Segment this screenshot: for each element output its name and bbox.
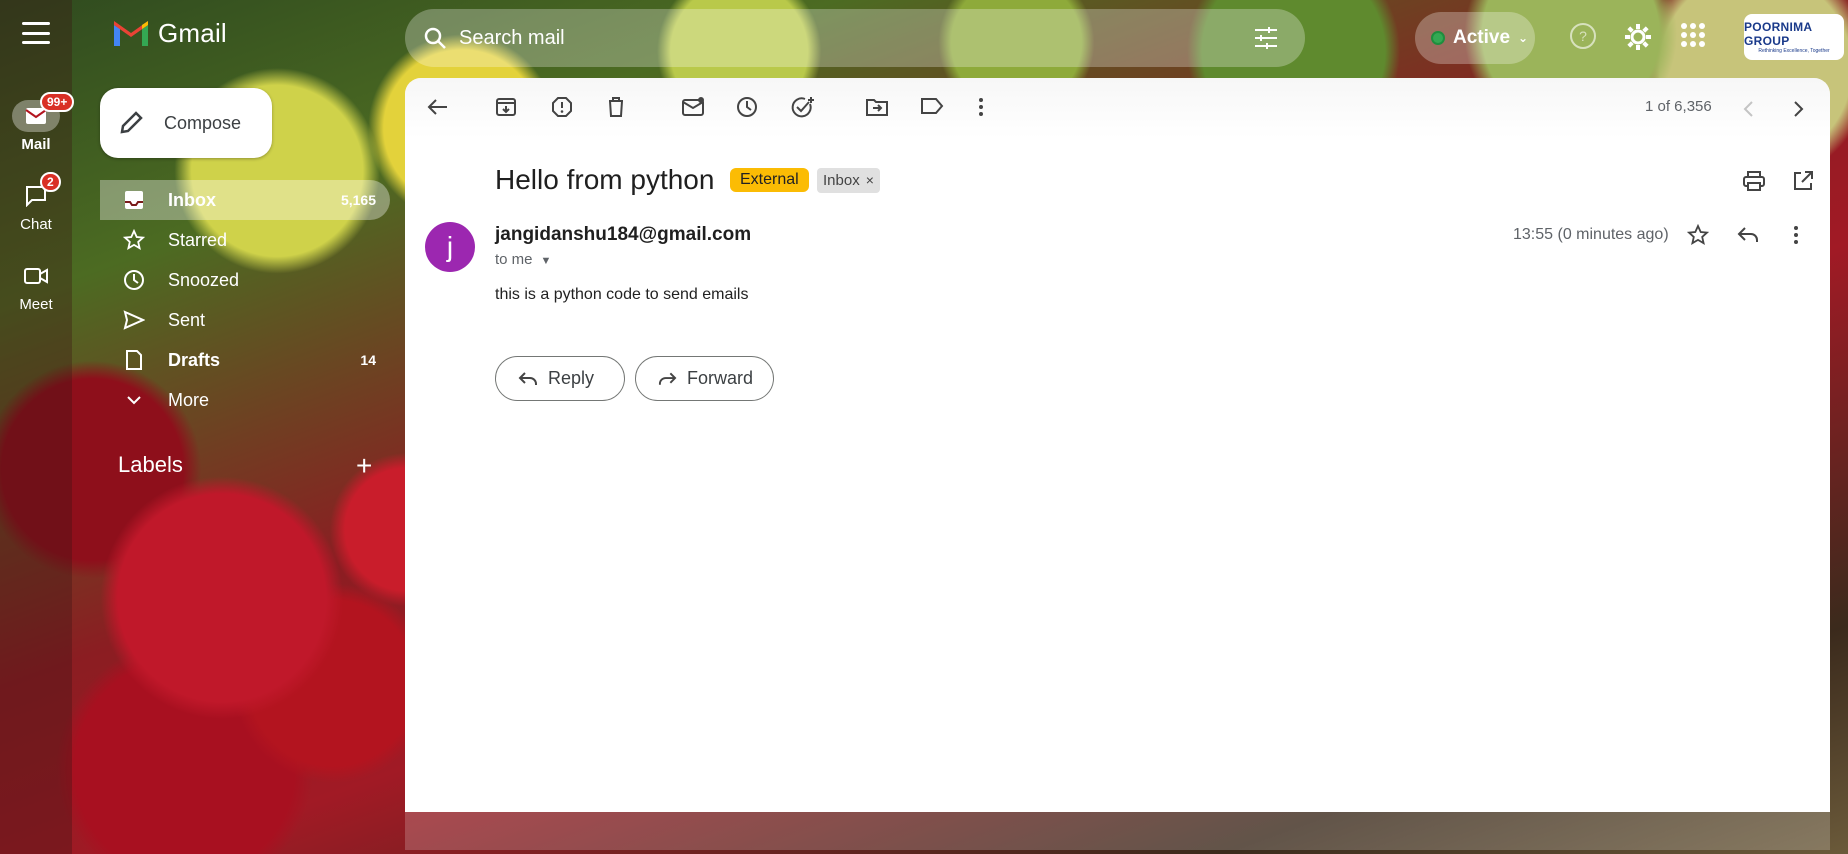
draft-icon [126, 350, 142, 370]
reply-icon [518, 371, 537, 385]
clock-icon [124, 270, 144, 290]
rail-item-label: Chat [20, 216, 52, 233]
sidebar-item-label: Inbox [168, 189, 216, 210]
add-label-icon[interactable]: + [356, 452, 372, 480]
reply-button[interactable]: Reply [495, 356, 625, 401]
reply-icon[interactable] [1737, 226, 1759, 244]
rail-item-label: Meet [19, 296, 53, 313]
status-selector[interactable]: Active ⌄ [1415, 12, 1535, 64]
label-icon[interactable] [920, 96, 944, 116]
pagination-count: 1 of 6,356 [1645, 98, 1712, 115]
sender-avatar[interactable]: j [425, 222, 475, 272]
sidebar-item-label: More [168, 389, 210, 410]
rail-item-label: Mail [21, 136, 51, 153]
sidebar-item-count: 14 [360, 352, 376, 368]
main-menu-icon[interactable] [22, 22, 50, 44]
archive-icon[interactable] [495, 96, 517, 118]
sidebar-nav: Inbox 5,165 Starred Snoozed Sent Drafts … [100, 180, 390, 420]
more-vert-icon[interactable] [1792, 224, 1800, 246]
svg-text:?: ? [1579, 28, 1587, 44]
horizontal-scrollbar[interactable] [405, 812, 1830, 850]
sidebar-item-starred[interactable]: Starred [100, 220, 390, 260]
remove-label-icon[interactable]: × [866, 172, 874, 188]
apps-grid-icon[interactable] [1680, 22, 1706, 48]
forward-label: Forward [686, 368, 753, 388]
inbox-chip-label: Inbox [823, 172, 860, 189]
sidebar-item-label: Drafts [168, 349, 221, 370]
more-vert-icon[interactable] [977, 96, 985, 118]
gmail-m-icon [114, 21, 148, 46]
sidebar-item-snoozed[interactable]: Snoozed [100, 260, 390, 300]
recipient-label: to me [495, 251, 533, 268]
external-badge: External [730, 168, 809, 192]
sidebar-item-label: Snoozed [168, 269, 240, 290]
recipient-details[interactable]: to me ▼ [495, 251, 551, 268]
add-task-icon[interactable] [791, 96, 815, 118]
sidebar-item-more[interactable]: More [100, 380, 390, 420]
send-icon [123, 310, 145, 330]
mark-unread-icon[interactable] [681, 96, 705, 118]
report-spam-icon[interactable] [551, 96, 573, 118]
account-org-logo[interactable]: POORNIMA GROUP Rethinking Excellence, To… [1744, 14, 1844, 60]
chevron-down-icon [127, 396, 141, 405]
chevron-left-icon[interactable] [1742, 100, 1754, 118]
sidebar-item-drafts[interactable]: Drafts 14 [100, 340, 390, 380]
settings-gear-icon[interactable] [1623, 22, 1653, 52]
snooze-icon[interactable] [736, 96, 758, 118]
app-rail: 99+ Mail 2 Chat Meet [0, 0, 75, 854]
rail-item-mail[interactable]: 99+ Mail [0, 92, 75, 153]
sidebar-item-inbox[interactable]: Inbox 5,165 [100, 180, 390, 220]
reply-label: Reply [548, 368, 595, 388]
rail-item-chat[interactable]: 2 Chat [0, 172, 72, 233]
email-view: 1 of 6,356 Hello from python External In… [405, 78, 1830, 812]
sidebar-item-label: Starred [168, 229, 228, 250]
inbox-label-chip[interactable]: Inbox × [817, 168, 880, 193]
gmail-logo[interactable]: Gmail [112, 18, 227, 49]
chevron-right-icon[interactable] [1793, 100, 1805, 118]
delete-icon[interactable] [606, 96, 626, 118]
star-icon [123, 229, 145, 251]
compose-label: Compose [164, 112, 242, 133]
email-timestamp: 13:55 (0 minutes ago) [1513, 226, 1669, 243]
status-label: Active [1453, 27, 1511, 48]
sidebar-item-label: Sent [168, 309, 206, 330]
search-icon[interactable] [423, 26, 447, 50]
chat-badge: 2 [40, 172, 61, 192]
email-body: this is a python code to send emails [495, 286, 749, 303]
labels-heading: Labels [118, 452, 183, 477]
sidebar-item-count: 5,165 [340, 192, 376, 208]
video-icon [24, 268, 48, 284]
star-icon[interactable] [1687, 224, 1709, 246]
rail-item-meet[interactable]: Meet [0, 260, 72, 313]
help-icon[interactable]: ? [1569, 22, 1597, 50]
compose-button[interactable]: Compose [100, 88, 272, 158]
org-logo-tagline: Rethinking Excellence, Together [1758, 48, 1830, 54]
status-dot [1431, 31, 1445, 45]
app-name: Gmail [158, 18, 227, 48]
org-logo-title: POORNIMA GROUP [1744, 20, 1812, 48]
search-input[interactable] [459, 26, 1219, 50]
search-bar [405, 9, 1305, 67]
print-icon[interactable] [1742, 170, 1766, 192]
back-arrow-icon[interactable] [427, 96, 449, 118]
sender-email[interactable]: jangidanshu184@gmail.com [495, 224, 751, 246]
pencil-icon [120, 111, 143, 134]
sidebar-item-sent[interactable]: Sent [100, 300, 390, 340]
forward-icon [658, 372, 677, 385]
mail-badge: 99+ [40, 92, 75, 112]
inbox-icon [125, 191, 143, 209]
open-new-window-icon[interactable] [1792, 170, 1814, 192]
chevron-down-icon: ⌄ [1518, 31, 1529, 45]
forward-button[interactable]: Forward [635, 356, 774, 401]
move-to-icon[interactable] [865, 96, 889, 118]
email-subject: Hello from python [495, 164, 715, 195]
caret-down-icon: ▼ [540, 255, 552, 267]
search-options-icon[interactable] [1253, 26, 1279, 50]
